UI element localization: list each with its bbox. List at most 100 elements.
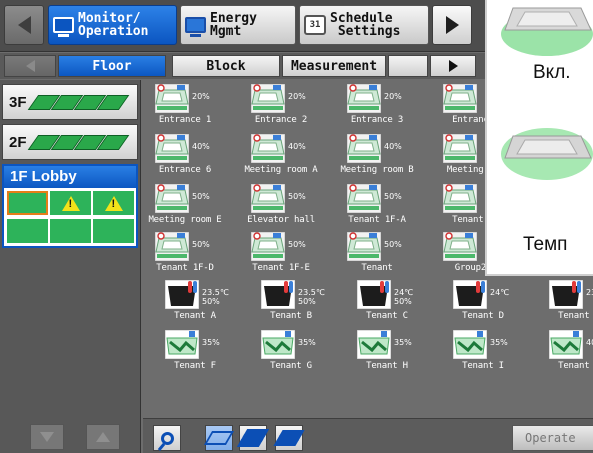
- ventilation-unit-icon: [549, 330, 583, 359]
- cassette-unit-photo-icon: [499, 0, 593, 58]
- tab-block[interactable]: Block: [172, 55, 280, 77]
- lobby-block[interactable]: [6, 218, 49, 244]
- unit-name: Tenant C: [366, 311, 408, 321]
- unit-name: Entrance 6: [158, 165, 212, 175]
- schedule-settings-button[interactable]: 31 Schedule Settings: [299, 5, 429, 45]
- tab-blank[interactable]: [388, 55, 428, 77]
- unit-tile[interactable]: 24℃ Tenant D: [435, 280, 531, 328]
- floor-button-2f[interactable]: 2F: [2, 124, 138, 160]
- unit-value: 35%: [298, 338, 316, 347]
- cassette-unit-icon: [443, 84, 477, 113]
- unit-name: Entrance 3: [350, 115, 404, 125]
- overlay-text-temp: Темп: [523, 234, 568, 255]
- unit-tile[interactable]: 50% Elevator hall: [233, 184, 329, 232]
- unit-value: 23.5℃ 50%: [202, 288, 229, 306]
- unit-tile[interactable]: 50% Tenant 1F-A: [329, 184, 425, 232]
- floor-button-1f-lobby[interactable]: 1F Lobby: [2, 164, 138, 248]
- unit-tile[interactable]: 50% Tenant: [329, 232, 425, 280]
- menu-scroll-right-button[interactable]: [432, 5, 472, 45]
- unit-tile[interactable]: 40% Meeting room A: [233, 134, 329, 182]
- cassette-unit-icon: [155, 134, 189, 163]
- floor-panel: 3F 2F 1F Lobby: [0, 80, 141, 453]
- temperature-sensor-icon: [549, 280, 583, 309]
- magnifier-icon: [160, 431, 174, 445]
- unit-name: Tenant B: [270, 311, 312, 321]
- unit-tile[interactable]: 24℃ 50% Tenant C: [339, 280, 435, 328]
- operate-button[interactable]: Operate: [512, 425, 593, 451]
- monitor-operation-button[interactable]: Monitor/ Operation: [48, 5, 177, 45]
- tab-measurement[interactable]: Measurement: [282, 55, 386, 77]
- lobby-block[interactable]: [49, 218, 92, 244]
- lobby-block-warning[interactable]: [92, 190, 135, 216]
- cassette-unit-icon: [347, 84, 381, 113]
- floor-button-3f[interactable]: 3F: [2, 84, 138, 120]
- cassette-unit-icon: [347, 134, 381, 163]
- unit-tile[interactable]: 23. Tenant E: [531, 280, 593, 328]
- unit-tile[interactable]: 20% Entrance 1: [137, 84, 233, 132]
- unit-value: 50%: [288, 240, 306, 249]
- unit-tile[interactable]: 50% Tenant 1F-E: [233, 232, 329, 280]
- unit-name: Tenant H: [366, 361, 408, 371]
- temperature-sensor-icon: [261, 280, 295, 309]
- calendar-icon: 31: [304, 15, 326, 35]
- ventilation-unit-icon: [357, 330, 391, 359]
- unit-name: Tenant F: [174, 361, 216, 371]
- unit-value: 35%: [394, 338, 412, 347]
- lobby-block-selected[interactable]: [6, 190, 49, 216]
- tab-scroll-left-button[interactable]: [4, 55, 56, 77]
- unit-value: 20%: [192, 92, 210, 101]
- floor-scroll-up-button[interactable]: [86, 424, 120, 450]
- unit-tile[interactable]: 35% Tenant G: [243, 330, 339, 378]
- unit-value: 23.: [586, 288, 593, 297]
- unit-name: Tenant: [361, 263, 393, 273]
- cassette-unit-icon: [443, 184, 477, 213]
- unit-tile[interactable]: 35% Tenant F: [147, 330, 243, 378]
- warning-icon: [61, 195, 80, 211]
- unit-tile[interactable]: 40% Meeting room B: [329, 134, 425, 182]
- monitor-icon: [53, 17, 74, 37]
- cassette-unit-icon: [347, 184, 381, 213]
- arrow-down-icon: [40, 432, 54, 442]
- unit-tile[interactable]: 50% Meeting room E: [137, 184, 233, 232]
- unit-name: Tenant I: [462, 361, 504, 371]
- unit-value: 50%: [384, 240, 402, 249]
- unit-tile[interactable]: 20% Entrance 3: [329, 84, 425, 132]
- layer-view-partial-button[interactable]: [239, 425, 267, 451]
- layer-view-solid-button[interactable]: [275, 425, 303, 451]
- floor-scroll-down-button[interactable]: [30, 424, 64, 450]
- unit-name: Tenant A: [174, 311, 216, 321]
- ventilation-unit-icon: [261, 330, 295, 359]
- unit-value: 50%: [288, 192, 306, 201]
- temperature-sensor-icon: [165, 280, 199, 309]
- unit-name: Meeting room B: [340, 165, 414, 175]
- arrow-right-icon: [445, 16, 459, 34]
- unit-value: 50%: [192, 192, 210, 201]
- unit-value: 50%: [384, 192, 402, 201]
- unit-tile[interactable]: 35% Tenant H: [339, 330, 435, 378]
- tab-scroll-right-button[interactable]: [430, 55, 476, 77]
- menu-scroll-left-button[interactable]: [4, 5, 44, 45]
- lobby-block-warning[interactable]: [49, 190, 92, 216]
- unit-name: Tenant D: [462, 311, 504, 321]
- unit-tile[interactable]: 23.5℃ 50% Tenant A: [147, 280, 243, 328]
- lobby-block[interactable]: [92, 218, 135, 244]
- cassette-unit-icon: [443, 134, 477, 163]
- unit-tile[interactable]: 40% Tenant J: [531, 330, 593, 378]
- unit-tile[interactable]: 35% Tenant I: [435, 330, 531, 378]
- zoom-button[interactable]: [153, 425, 181, 451]
- unit-tile[interactable]: 50% Tenant 1F-D: [137, 232, 233, 280]
- monitor-icon: [185, 17, 206, 37]
- energy-mgmt-button[interactable]: Energy Mgmt: [180, 5, 296, 45]
- unit-tile[interactable]: 40% Entrance 6: [137, 134, 233, 182]
- unit-value: 35%: [490, 338, 508, 347]
- temperature-sensor-icon: [357, 280, 391, 309]
- unit-value: 20%: [384, 92, 402, 101]
- unit-value: 50%: [192, 240, 210, 249]
- cassette-unit-icon: [155, 232, 189, 261]
- bottom-toolbar: Operate: [143, 418, 593, 453]
- unit-tile[interactable]: 20% Entrance 2: [233, 84, 329, 132]
- unit-tile[interactable]: 23.5℃ 50% Tenant B: [243, 280, 339, 328]
- cassette-unit-icon: [155, 84, 189, 113]
- layer-view-all-button[interactable]: [203, 425, 235, 451]
- tab-floor[interactable]: Floor: [58, 55, 166, 77]
